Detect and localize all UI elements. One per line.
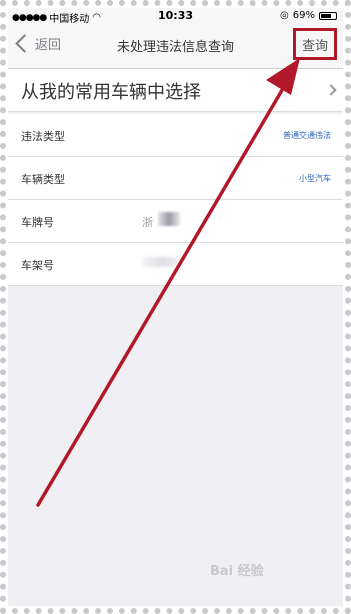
plate-number-row[interactable]: 车牌号 浙 bbox=[8, 200, 343, 243]
redacted-plate-blur bbox=[158, 212, 180, 226]
violation-type-label: 违法类型 bbox=[21, 130, 65, 143]
battery-icon bbox=[319, 11, 337, 20]
phone-screen: ●●●●● 中国移动 ◠ 10:33 ◎ 69% 返回 未处理违法信息查询 查询… bbox=[8, 8, 343, 606]
select-vehicle-row[interactable]: 从我的常用车辆中选择 bbox=[8, 69, 343, 112]
query-button[interactable]: 查询 bbox=[293, 28, 337, 60]
redacted-vin-blur bbox=[142, 257, 182, 267]
violation-type-value[interactable]: 普通交通违法 bbox=[283, 130, 331, 141]
plate-number-label: 车牌号 bbox=[21, 216, 54, 229]
vehicle-type-value[interactable]: 小型汽车 bbox=[299, 173, 331, 184]
status-right: ◎ 69% bbox=[280, 10, 337, 21]
battery-percent: 69% bbox=[292, 10, 315, 21]
plate-number-field[interactable]: 浙 bbox=[142, 214, 153, 230]
nav-bar: 返回 未处理违法信息查询 查询 bbox=[8, 24, 343, 69]
watermark: Bai 经验 bbox=[210, 564, 264, 579]
status-bar: ●●●●● 中国移动 ◠ 10:33 ◎ 69% bbox=[8, 8, 343, 25]
vin-row[interactable]: 车架号 bbox=[8, 243, 343, 286]
select-vehicle-label: 从我的常用车辆中选择 bbox=[21, 82, 201, 103]
violation-type-row[interactable]: 违法类型 普通交通违法 bbox=[8, 114, 343, 157]
vin-label: 车架号 bbox=[21, 259, 54, 272]
battery-fill bbox=[321, 13, 331, 18]
chevron-right-icon bbox=[325, 84, 337, 96]
query-form: 违法类型 普通交通违法 车辆类型 小型汽车 车牌号 浙 车架号 bbox=[8, 114, 343, 286]
vehicle-type-row[interactable]: 车辆类型 小型汽车 bbox=[8, 157, 343, 200]
rotation-lock-icon: ◎ bbox=[280, 10, 289, 21]
vehicle-type-label: 车辆类型 bbox=[21, 173, 65, 186]
